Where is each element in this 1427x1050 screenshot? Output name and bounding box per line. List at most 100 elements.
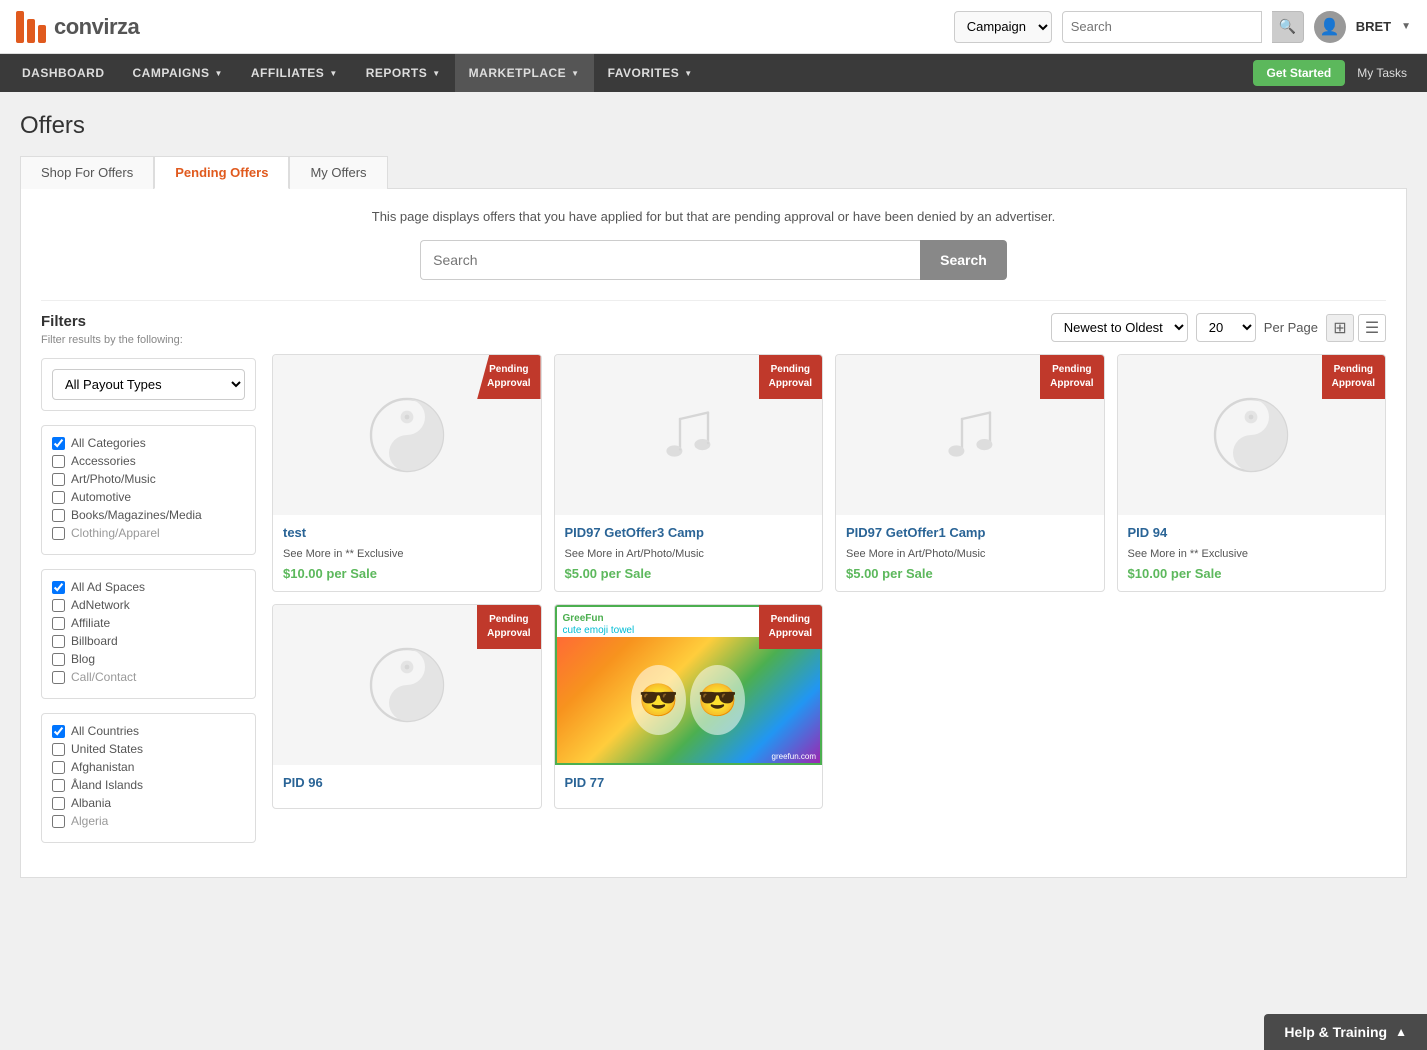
blog-checkbox[interactable] xyxy=(52,653,65,666)
avatar: 👤 xyxy=(1314,11,1346,43)
books-checkbox[interactable] xyxy=(52,509,65,522)
all-ad-spaces-checkbox[interactable] xyxy=(52,581,65,594)
offer-body-4: PID 94 See More in ** Exclusive $10.00 p… xyxy=(1118,515,1386,591)
aland-checkbox[interactable] xyxy=(52,779,65,792)
offer-price-4: $10.00 per Sale xyxy=(1128,566,1376,581)
my-tasks-link[interactable]: My Tasks xyxy=(1345,66,1419,80)
filters-subtitle: Filter results by the following: xyxy=(41,334,256,346)
books-label: Books/Magazines/Media xyxy=(71,508,202,522)
payout-type-select[interactable]: All Payout Types CPA CPL CPC Revenue Sha… xyxy=(52,369,245,400)
afghanistan-checkbox[interactable] xyxy=(52,761,65,774)
filter-item-adnetwork: AdNetwork xyxy=(52,598,245,612)
tab-my-offers[interactable]: My Offers xyxy=(289,156,387,189)
accessories-label: Accessories xyxy=(71,454,136,468)
offer-title-5[interactable]: PID 96 xyxy=(283,775,531,790)
page-title: Offers xyxy=(20,112,1407,140)
user-name: BRET xyxy=(1356,19,1391,34)
all-categories-checkbox[interactable] xyxy=(52,437,65,450)
algeria-checkbox[interactable] xyxy=(52,815,65,828)
pending-badge-3: PendingApproval xyxy=(1050,364,1093,389)
categories-filter-section: All Categories Accessories Art/Photo/Mus… xyxy=(41,425,256,555)
offer-title-2[interactable]: PID97 GetOffer3 Camp xyxy=(565,525,813,540)
tabs: Shop For Offers Pending Offers My Offers xyxy=(20,156,1407,189)
billboard-checkbox[interactable] xyxy=(52,635,65,648)
list-view-button[interactable]: ☰ xyxy=(1358,314,1386,342)
nav-item-marketplace[interactable]: MARKETPLACE ▼ xyxy=(455,54,594,92)
filter-item-art: Art/Photo/Music xyxy=(52,472,245,486)
offer-title-6[interactable]: PID 77 xyxy=(565,775,813,790)
offer-category-2: See More in Art/Photo/Music xyxy=(565,548,813,560)
offer-title-4[interactable]: PID 94 xyxy=(1128,525,1376,540)
all-countries-label: All Countries xyxy=(71,724,139,738)
grid-view-button[interactable]: ⊞ xyxy=(1326,314,1354,342)
help-training-label: Help & Training xyxy=(1284,1024,1387,1040)
offer-price-2: $5.00 per Sale xyxy=(565,566,813,581)
offer-card: PendingApproval xyxy=(554,354,824,592)
offer-title-1[interactable]: test xyxy=(283,525,531,540)
pending-badge-2: PendingApproval xyxy=(769,364,812,389)
nav-bar: DASHBOARD CAMPAIGNS ▼ AFFILIATES ▼ REPOR… xyxy=(0,54,1427,92)
nav-item-affiliates[interactable]: AFFILIATES ▼ xyxy=(237,54,352,92)
pending-badge-4: PendingApproval xyxy=(1332,364,1375,389)
algeria-label: Algeria xyxy=(71,814,108,828)
filter-item-books: Books/Magazines/Media xyxy=(52,508,245,522)
help-training-button[interactable]: Help & Training ▲ xyxy=(1264,1014,1427,1050)
offer-body-2: PID97 GetOffer3 Camp See More in Art/Pho… xyxy=(555,515,823,591)
offer-body-1: test See More in ** Exclusive $10.00 per… xyxy=(273,515,541,591)
automotive-checkbox[interactable] xyxy=(52,491,65,504)
logo-area: convirza xyxy=(16,11,942,43)
accessories-checkbox[interactable] xyxy=(52,455,65,468)
filter-item-blog: Blog xyxy=(52,652,245,666)
nav-item-favorites[interactable]: FAVORITES ▼ xyxy=(594,54,707,92)
offer-category-1: See More in ** Exclusive xyxy=(283,548,531,560)
albania-label: Albania xyxy=(71,796,111,810)
filter-item-us: United States xyxy=(52,742,245,756)
payout-filter-section: All Payout Types CPA CPL CPC Revenue Sha… xyxy=(41,358,256,411)
yin-yang-icon-1 xyxy=(367,395,447,475)
ad-spaces-filter-section: All Ad Spaces AdNetwork Affiliate B xyxy=(41,569,256,699)
adnetwork-checkbox[interactable] xyxy=(52,599,65,612)
filter-item-clothing: Clothing/Apparel xyxy=(52,526,245,540)
top-search-button[interactable]: 🔍 xyxy=(1272,11,1304,43)
us-checkbox[interactable] xyxy=(52,743,65,756)
main-search-button[interactable]: Search xyxy=(920,240,1007,280)
main-search-input[interactable] xyxy=(420,240,920,280)
offer-title-3[interactable]: PID97 GetOffer1 Camp xyxy=(846,525,1094,540)
offer-body-5: PID 96 xyxy=(273,765,541,808)
pending-badge-1: PendingApproval xyxy=(487,364,530,389)
emoji-face-1: 😎 xyxy=(631,665,686,735)
art-checkbox[interactable] xyxy=(52,473,65,486)
ad-spaces-list: All Ad Spaces AdNetwork Affiliate B xyxy=(52,580,245,688)
per-page-select[interactable]: 20 50 100 xyxy=(1196,313,1256,342)
user-dropdown-arrow[interactable]: ▼ xyxy=(1401,21,1411,32)
top-search-input[interactable] xyxy=(1062,11,1262,43)
top-bar: convirza Campaign 🔍 👤 BRET ▼ xyxy=(0,0,1427,54)
pending-badge-5: PendingApproval xyxy=(487,614,530,639)
greefun-watermark: greefun.com xyxy=(772,752,816,761)
help-up-arrow: ▲ xyxy=(1395,1025,1407,1039)
clothing-checkbox[interactable] xyxy=(52,527,65,540)
automotive-label: Automotive xyxy=(71,490,131,504)
nav-item-reports[interactable]: REPORTS ▼ xyxy=(352,54,455,92)
reports-arrow: ▼ xyxy=(432,69,440,78)
nav-item-dashboard[interactable]: DASHBOARD xyxy=(8,54,119,92)
top-right: Campaign 🔍 👤 BRET ▼ xyxy=(954,11,1411,43)
affiliate-checkbox[interactable] xyxy=(52,617,65,630)
tab-shop-for-offers[interactable]: Shop For Offers xyxy=(20,156,154,189)
categories-list: All Categories Accessories Art/Photo/Mus… xyxy=(52,436,245,544)
tab-pending-offers[interactable]: Pending Offers xyxy=(154,156,289,189)
offer-card: PendingApproval xyxy=(1117,354,1387,592)
filters-title: Filters xyxy=(41,313,256,330)
campaigns-arrow: ▼ xyxy=(214,69,222,78)
favorites-arrow: ▼ xyxy=(684,69,692,78)
all-categories-label: All Categories xyxy=(71,436,146,450)
nav-item-campaigns[interactable]: CAMPAIGNS ▼ xyxy=(119,54,237,92)
call-checkbox[interactable] xyxy=(52,671,65,684)
get-started-button[interactable]: Get Started xyxy=(1253,60,1346,86)
albania-checkbox[interactable] xyxy=(52,797,65,810)
offer-body-6: PID 77 xyxy=(555,765,823,808)
all-countries-checkbox[interactable] xyxy=(52,725,65,738)
yin-yang-icon-2 xyxy=(1211,395,1291,475)
sort-select[interactable]: Newest to Oldest Oldest to Newest A-Z Z-… xyxy=(1051,313,1188,342)
campaign-select[interactable]: Campaign xyxy=(954,11,1052,43)
